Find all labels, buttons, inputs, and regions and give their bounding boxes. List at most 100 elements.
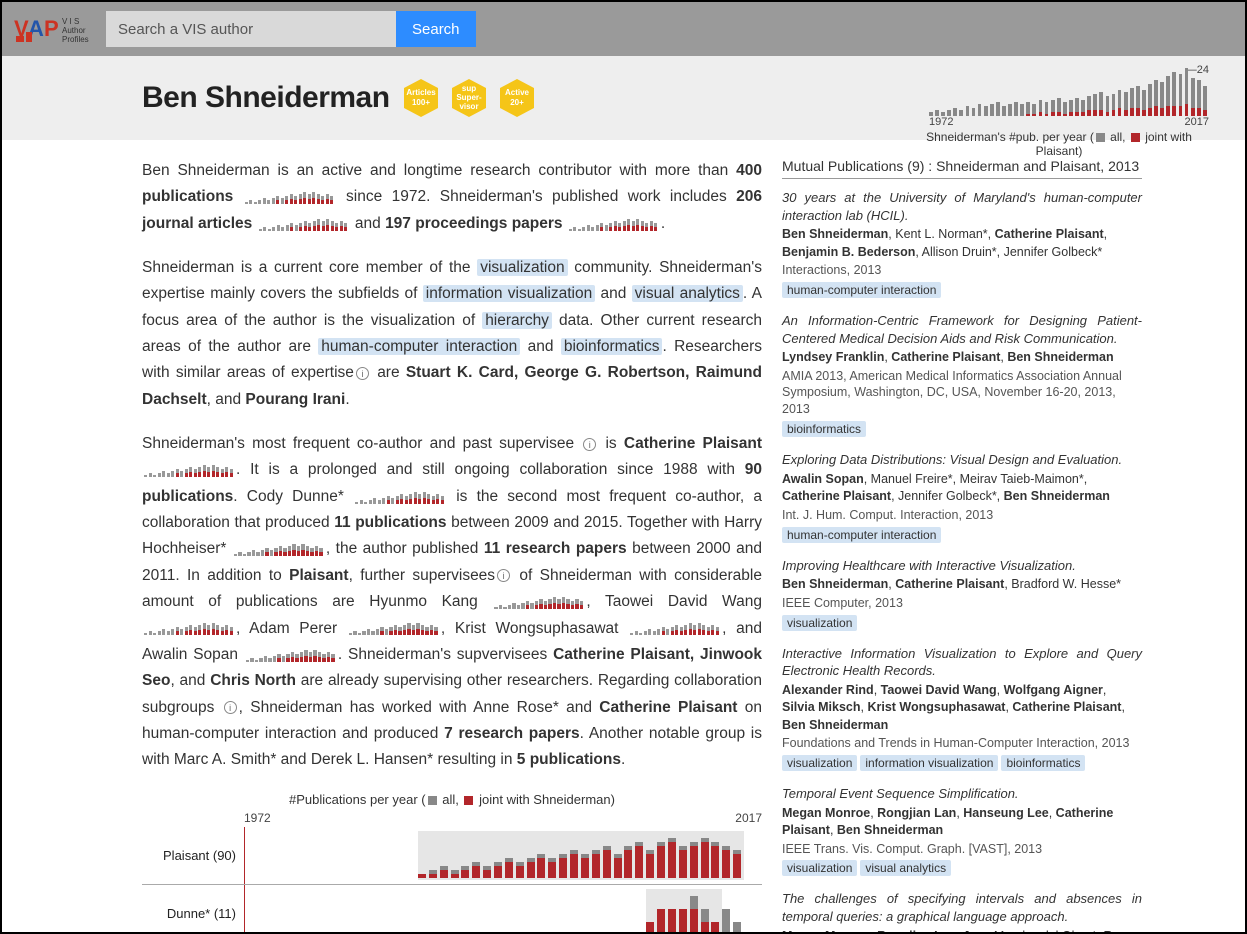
- tag-bio[interactable]: bioinformatics: [561, 338, 663, 355]
- pub-authors: Ben Shneiderman, Kent L. Norman*, Cather…: [782, 226, 1142, 261]
- search-input[interactable]: [106, 11, 396, 47]
- inline-spark-pubs[interactable]: [245, 190, 335, 204]
- chart-row[interactable]: Dunne* (11): [142, 885, 762, 934]
- publication-item[interactable]: The challenges of specifying intervals a…: [782, 890, 1142, 934]
- publication-item[interactable]: Temporal Event Sequence Simplification. M…: [782, 785, 1142, 876]
- chart-year-start: 1972: [244, 811, 271, 827]
- tag[interactable]: visualization: [782, 615, 857, 631]
- topbar: V A P V I S Author Profiles Search: [2, 2, 1245, 56]
- publication-item[interactable]: 30 years at the University of Maryland's…: [782, 189, 1142, 298]
- publication-item[interactable]: Improving Healthcare with Interactive Vi…: [782, 557, 1142, 631]
- publications-column: Mutual Publications (9) : Shneiderman an…: [782, 158, 1142, 934]
- chart-row-label: Plaisant (90): [142, 848, 244, 863]
- svg-text:sup: sup: [461, 84, 475, 93]
- pub-title: Improving Healthcare with Interactive Vi…: [782, 557, 1142, 575]
- badge-supervisor: supSuper-visor: [448, 77, 490, 119]
- tag[interactable]: visual analytics: [860, 860, 951, 876]
- tag[interactable]: bioinformatics: [1001, 755, 1085, 771]
- mutual-pubs-header: Mutual Publications (9) : Shneiderman an…: [782, 158, 1142, 179]
- info-icon[interactable]: i: [356, 367, 369, 380]
- inline-spark-proceedings[interactable]: [569, 217, 659, 231]
- chart-year-end: 2017: [735, 811, 762, 827]
- pub-tags: visualizationinformation visualizationbi…: [782, 755, 1142, 771]
- pub-venue: Int. J. Hum. Comput. Interaction, 2013: [782, 507, 1142, 524]
- tag-va[interactable]: visual analytics: [632, 285, 743, 302]
- inline-spark-journals[interactable]: [259, 217, 349, 231]
- year-start: 1972: [929, 116, 953, 128]
- tag[interactable]: information visualization: [860, 755, 998, 771]
- app-frame: V A P V I S Author Profiles Search Ben S…: [0, 0, 1247, 934]
- pub-title: The challenges of specifying intervals a…: [782, 890, 1142, 925]
- inline-spark-plaisant[interactable]: [144, 463, 234, 477]
- pub-authors: Awalin Sopan, Manuel Freire*, Meirav Tai…: [782, 471, 1142, 506]
- inline-spark-hochheiser[interactable]: [234, 542, 324, 556]
- tag[interactable]: human-computer interaction: [782, 527, 941, 543]
- chart-title: #Publications per year ( all, joint with…: [142, 792, 762, 807]
- para-3: Shneiderman's most frequent co-author an…: [142, 431, 762, 773]
- publication-item[interactable]: Exploring Data Distributions: Visual Des…: [782, 451, 1142, 542]
- pub-tags: human-computer interaction: [782, 282, 1142, 298]
- publication-item[interactable]: An Information-Centric Framework for Des…: [782, 312, 1142, 437]
- inline-spark-sopan[interactable]: [246, 648, 336, 662]
- chart-row-label: Dunne* (11): [142, 906, 244, 921]
- svg-text:20+: 20+: [510, 98, 524, 107]
- header-strip: Ben Shneiderman Articles100+ supSuper-vi…: [2, 56, 1245, 140]
- svg-text:Author: Author: [62, 26, 86, 35]
- svg-text:P: P: [44, 16, 59, 41]
- tag-infovis[interactable]: information visualization: [423, 285, 595, 302]
- pub-authors: Megan Monroe, Rongjian Lan, Juan Morales…: [782, 928, 1142, 934]
- search-button[interactable]: Search: [396, 11, 476, 47]
- narrative-column: Ben Shneiderman is an active and longtim…: [142, 158, 762, 934]
- tag-hierarchy[interactable]: hierarchy: [482, 312, 552, 329]
- search-wrap: Search: [106, 11, 476, 47]
- chart-row[interactable]: Plaisant (90): [142, 827, 762, 885]
- pub-authors: Ben Shneiderman, Catherine Plaisant, Bra…: [782, 576, 1142, 594]
- badges: Articles100+ supSuper-visor Active20+: [400, 77, 538, 119]
- svg-text:visor: visor: [459, 102, 478, 111]
- badge-active-20: Active20+: [496, 77, 538, 119]
- tag[interactable]: visualization: [782, 860, 857, 876]
- svg-text:Profiles: Profiles: [62, 35, 89, 44]
- pub-authors: Megan Monroe, Rongjian Lan, Hanseung Lee…: [782, 805, 1142, 840]
- svg-text:V I S: V I S: [62, 17, 79, 26]
- pub-venue: Foundations and Trends in Human-Computer…: [782, 735, 1142, 752]
- vap-logo[interactable]: V A P V I S Author Profiles: [14, 12, 98, 46]
- pub-tags: visualization: [782, 615, 1142, 631]
- pub-venue: Interactions, 2013: [782, 262, 1142, 279]
- tag[interactable]: bioinformatics: [782, 421, 866, 437]
- pub-title: 30 years at the University of Maryland's…: [782, 189, 1142, 224]
- tag-hci[interactable]: human-computer interaction: [318, 338, 520, 355]
- info-icon[interactable]: i: [497, 569, 510, 582]
- pub-tags: visualizationvisual analytics: [782, 860, 1142, 876]
- info-icon[interactable]: i: [583, 438, 596, 451]
- svg-text:Active: Active: [505, 88, 530, 97]
- author-name: Ben Shneiderman: [142, 81, 390, 115]
- spark-caption: Shneiderman's #pub. per year ( all, join…: [909, 130, 1209, 158]
- inline-spark-wongsuphasawat[interactable]: [630, 621, 720, 635]
- para-2: Shneiderman is a current core member of …: [142, 255, 762, 413]
- pub-venue: IEEE Trans. Vis. Comput. Graph. [VAST], …: [782, 841, 1142, 858]
- svg-text:Articles: Articles: [406, 88, 436, 97]
- svg-text:100+: 100+: [412, 98, 430, 107]
- pub-title: Interactive Information Visualization to…: [782, 645, 1142, 680]
- tag[interactable]: visualization: [782, 755, 857, 771]
- header-sparkline[interactable]: —24 1972 2017 Shneiderman's #pub. per ye…: [909, 64, 1209, 158]
- publication-item[interactable]: Interactive Information Visualization to…: [782, 645, 1142, 771]
- svg-text:Super-: Super-: [456, 93, 482, 102]
- badge-articles-100: Articles100+: [400, 77, 442, 119]
- pub-authors: Lyndsey Franklin, Catherine Plaisant, Be…: [782, 349, 1142, 367]
- inline-spark-kang[interactable]: [494, 595, 584, 609]
- pub-title: An Information-Centric Framework for Des…: [782, 312, 1142, 347]
- tag-visualization[interactable]: visualization: [477, 259, 567, 276]
- para-1: Ben Shneiderman is an active and longtim…: [142, 158, 762, 237]
- inline-spark-perer[interactable]: [349, 621, 439, 635]
- inline-spark-wang[interactable]: [144, 621, 234, 635]
- pub-venue: IEEE Computer, 2013: [782, 595, 1142, 612]
- tag[interactable]: human-computer interaction: [782, 282, 941, 298]
- pub-venue: AMIA 2013, American Medical Informatics …: [782, 368, 1142, 419]
- info-icon[interactable]: i: [224, 701, 237, 714]
- content: Ben Shneiderman is an active and longtim…: [2, 140, 1245, 934]
- pub-authors: Alexander Rind, Taowei David Wang, Wolfg…: [782, 682, 1142, 735]
- pub-title: Temporal Event Sequence Simplification.: [782, 785, 1142, 803]
- inline-spark-dunne[interactable]: [355, 490, 445, 504]
